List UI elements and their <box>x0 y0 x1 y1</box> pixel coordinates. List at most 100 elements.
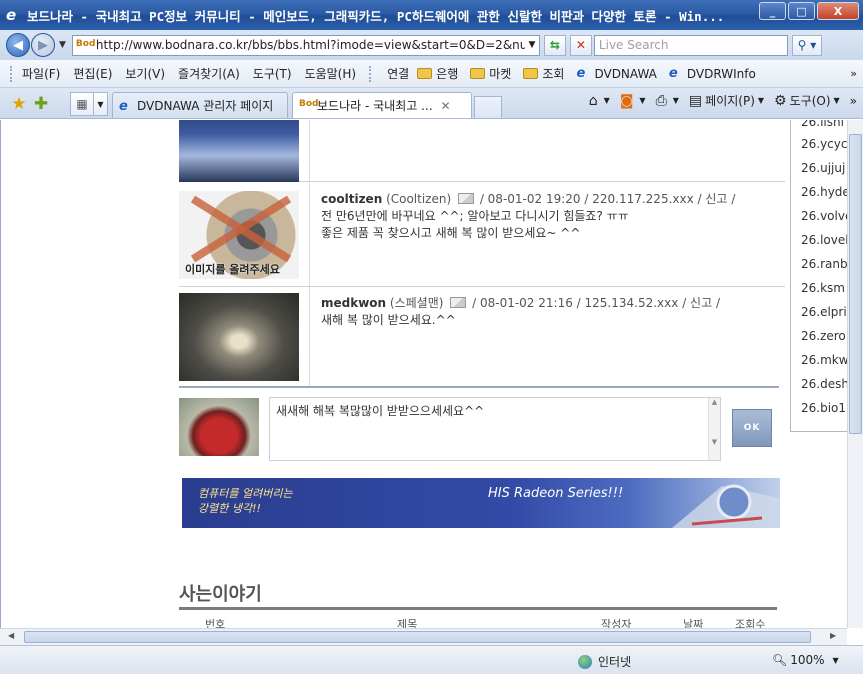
zoom-magnifier-icon: 🔍︎ <box>772 653 788 667</box>
quick-tabs-button[interactable]: ▦ <box>70 92 94 116</box>
menu-file[interactable]: 파일(F) <box>22 65 69 82</box>
address-dropdown-icon[interactable]: ▼ <box>525 40 539 50</box>
command-overflow-chevron-icon[interactable]: » <box>850 94 857 108</box>
menu-help[interactable]: 도움말(H) <box>305 65 366 82</box>
side-list-item[interactable]: 26.mkw <box>791 348 847 372</box>
side-list-item[interactable]: 26.bio1 <box>791 396 847 420</box>
link-bank[interactable]: 은행 <box>417 65 458 82</box>
stop-button[interactable]: ✕ <box>569 34 592 56</box>
side-list-item[interactable]: 26.ranb <box>791 252 847 276</box>
comment-thumbnail: 이미지를 올려주세요 <box>179 191 299 279</box>
forward-arrow-icon: ▶ <box>38 37 48 53</box>
tab-list-dropdown-icon[interactable]: ▼ <box>94 92 108 116</box>
side-list-item[interactable]: 26.elpri <box>791 300 847 324</box>
link-dvdnawa[interactable]: e DVDNAWA <box>576 66 656 81</box>
security-zone[interactable]: 인터넷 <box>578 653 631 670</box>
tab-dvdnawa[interactable]: e DVDNAWA 관리자 페이지 <box>112 92 288 118</box>
folder-icon <box>417 68 433 79</box>
back-button[interactable]: ◀ <box>6 33 30 57</box>
link-lookup[interactable]: 조회 <box>523 65 564 82</box>
chevron-down-icon[interactable]: ▼ <box>673 96 679 105</box>
mail-icon[interactable] <box>450 297 467 308</box>
new-tab-button[interactable] <box>474 96 502 118</box>
search-input[interactable]: Live Search <box>593 34 788 56</box>
banner-line: 컴퓨터를 얼려버리는 <box>198 487 293 500</box>
side-list-item[interactable]: 26.lishi <box>791 120 847 132</box>
side-list-item[interactable]: 26.ksm <box>791 276 847 300</box>
comment-author[interactable]: cooltizen <box>321 192 382 206</box>
address-url[interactable]: http://www.bodnara.co.kr/bbs/bbs.html?im… <box>96 38 525 52</box>
status-bar: 인터넷 🔍︎ 100% ▼ <box>0 645 863 674</box>
menu-edit[interactable]: 편집(E) <box>73 65 121 82</box>
search-button[interactable]: ⚲ ▾ <box>791 34 822 56</box>
refresh-button[interactable]: ⇆ <box>543 34 566 56</box>
scroll-right-arrow-icon[interactable]: ▶ <box>830 631 836 640</box>
command-bar: ⌂ ▼ ◙ ▼ ⎙ ▼ ▤ 페이지(P) ▼ ⚙ 도구(O) ▼ » <box>579 92 857 109</box>
report-link[interactable]: 신고 <box>690 296 712 310</box>
chevron-down-icon: ▼ <box>833 96 840 105</box>
comment-divider <box>309 120 310 181</box>
feeds-button[interactable]: ◙ ▼ <box>620 93 646 109</box>
maximize-button[interactable]: □ <box>788 2 815 20</box>
side-list-item[interactable]: 26.hyde <box>791 180 847 204</box>
link-dvdrwinfo[interactable]: e DVDRWInfo <box>669 66 756 81</box>
minimize-button[interactable]: _ <box>759 2 786 20</box>
vertical-scrollbar[interactable] <box>847 120 863 628</box>
mail-icon[interactable] <box>457 193 474 204</box>
add-favorite-star-icon[interactable]: ✚ <box>30 90 52 118</box>
horizontal-scroll-thumb[interactable] <box>24 631 811 643</box>
print-button[interactable]: ⎙ ▼ <box>656 93 679 109</box>
chevron-down-icon[interactable]: ▼ <box>639 96 645 105</box>
ad-banner[interactable]: 컴퓨터를 얼려버리는 강렬한 냉각!! HIS Radeon Series!!! <box>182 478 780 528</box>
menu-tools[interactable]: 도구(T) <box>253 65 301 82</box>
reply-ok-button[interactable]: OK <box>732 409 772 447</box>
side-list-item[interactable]: 26.ujjuj <box>791 156 847 180</box>
graphics-card-icon <box>672 484 780 528</box>
address-toolbar: ◀ ▶ ▼ Bod http://www.bodnara.co.kr/bbs/b… <box>0 30 863 60</box>
comment-nick: (스페셜맨) <box>389 296 444 310</box>
home-icon: ⌂ <box>588 92 598 109</box>
home-button[interactable]: ⌂ ▼ <box>589 93 610 109</box>
window-title-bar[interactable]: e 보드나라 - 국내최고 PC정보 커뮤니티 - 메인보드, 그래픽카드, P… <box>0 0 863 30</box>
page-content: 이미지를 올려주세요 cooltizen (Cooltizen) / 08-01… <box>0 120 847 628</box>
section-title: 사는이야기 <box>179 584 262 605</box>
close-button[interactable]: X <box>817 2 859 20</box>
menu-view[interactable]: 보기(V) <box>125 65 174 82</box>
reply-textarea[interactable]: 새새해 해복 복많많이 받받으으세세요^^ ▲ ▼ <box>269 397 721 461</box>
chevron-down-icon[interactable]: ▼ <box>833 656 839 665</box>
side-list-item[interactable]: 26.desh <box>791 372 847 396</box>
comment-author[interactable]: medkwon <box>321 296 386 310</box>
link-market[interactable]: 마켓 <box>470 65 511 82</box>
side-list-item[interactable]: 26.ycyc <box>791 132 847 156</box>
comment-thumbnail <box>179 293 299 381</box>
address-bar[interactable]: Bod http://www.bodnara.co.kr/bbs/bbs.htm… <box>71 34 540 56</box>
ie-page-icon: e <box>119 98 128 114</box>
zoom-level: 100% <box>790 653 825 667</box>
chevron-down-icon[interactable]: ▼ <box>604 96 610 105</box>
comment-divider <box>309 183 310 286</box>
menu-favorites[interactable]: 즐겨찾기(A) <box>178 65 249 82</box>
tools-menu-button[interactable]: ⚙ 도구(O) ▼ <box>774 92 840 109</box>
back-arrow-icon: ◀ <box>13 37 23 53</box>
vertical-scroll-thumb[interactable] <box>849 134 862 434</box>
scroll-left-arrow-icon[interactable]: ◀ <box>8 631 14 640</box>
favorites-center-star-icon[interactable]: ★ <box>8 90 30 118</box>
comment-header: cooltizen (Cooltizen) / 08-01-02 19:20 /… <box>321 192 736 206</box>
comment-line: 새해 복 많이 받으세요.^^ <box>321 313 456 327</box>
zoom-control[interactable]: 🔍︎ 100% ▼ <box>772 653 839 667</box>
history-dropdown-icon[interactable]: ▼ <box>59 40 66 50</box>
side-list-item[interactable]: 26.zero <box>791 324 847 348</box>
window-title: 보드나라 - 국내최고 PC정보 커뮤니티 - 메인보드, 그래픽카드, PC하… <box>27 8 725 24</box>
rss-icon: ◙ <box>619 92 634 109</box>
horizontal-scrollbar[interactable]: ◀ ▶ <box>0 628 847 645</box>
comment-date: 08-01-02 21:16 <box>479 296 573 310</box>
textarea-scrollbar[interactable]: ▲ ▼ <box>708 398 720 460</box>
close-tab-icon[interactable]: ✕ <box>441 99 451 113</box>
page-menu-button[interactable]: ▤ 페이지(P) ▼ <box>689 92 764 109</box>
side-list-item[interactable]: 26.lovel <box>791 228 847 252</box>
tab-bodnara[interactable]: Bod 보드나라 - 국내최고 ... ✕ <box>292 92 472 118</box>
links-overflow-chevron-icon[interactable]: » <box>850 67 857 80</box>
report-link[interactable]: 신고 <box>705 192 727 206</box>
side-list-item[interactable]: 26.volve <box>791 204 847 228</box>
forward-button[interactable]: ▶ <box>31 33 55 57</box>
